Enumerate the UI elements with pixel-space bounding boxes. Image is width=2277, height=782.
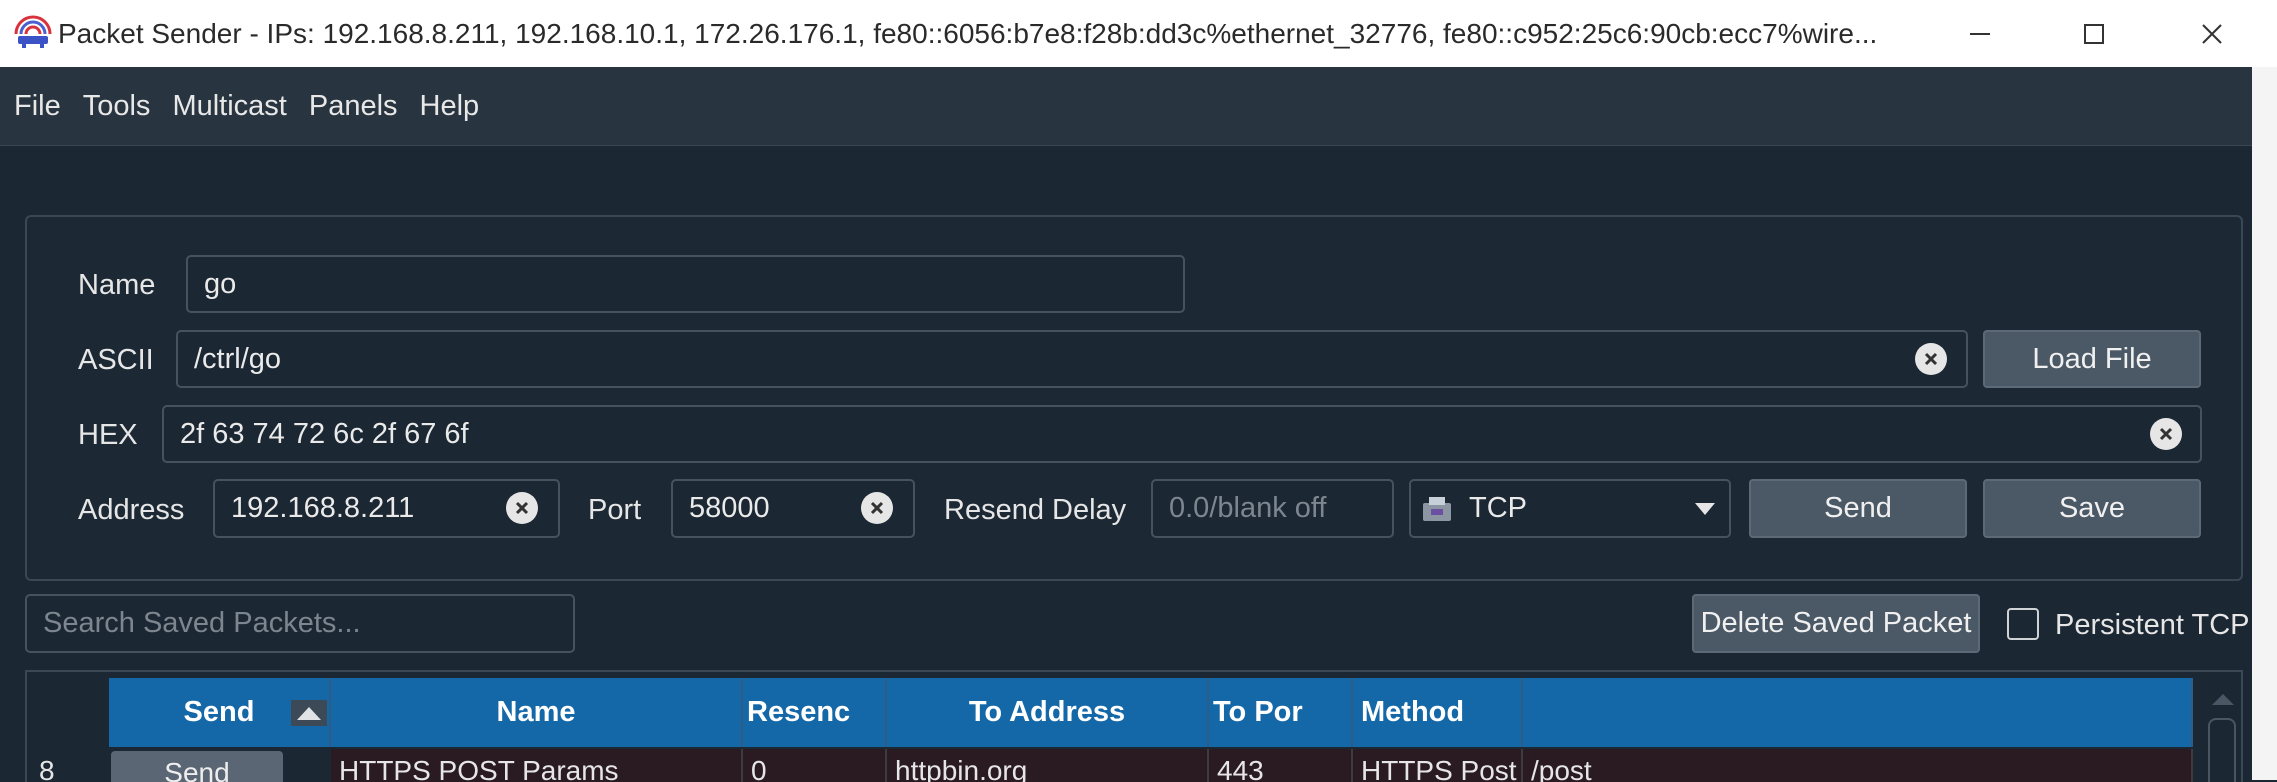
row-number: 8	[39, 755, 55, 782]
table-corner	[27, 678, 109, 747]
close-icon	[2202, 23, 2222, 44]
name-input[interactable]: go	[186, 255, 1185, 313]
clear-icon	[870, 501, 884, 515]
scroll-up-icon[interactable]	[2212, 694, 2234, 705]
packet-editor-panel: Name go ASCII /ctrl/go Load File HEX 2f …	[25, 215, 2243, 581]
clear-icon	[1924, 352, 1938, 366]
saved-packets-table: Send Name Resenc To Address To Por Metho…	[25, 670, 2243, 782]
title-bar: Packet Sender - IPs: 192.168.8.211, 192.…	[0, 0, 2277, 67]
window-edge	[2252, 67, 2277, 780]
save-button[interactable]: Save	[1983, 479, 2201, 538]
send-button[interactable]: Send	[1749, 479, 1967, 538]
ascii-input-value: /ctrl/go	[194, 342, 282, 375]
ascii-clear-button[interactable]	[1915, 343, 1947, 375]
hex-input-value: 2f 63 74 72 6c 2f 67 6f	[180, 417, 469, 450]
column-header-resend[interactable]: Resenc	[743, 678, 887, 747]
row-send-button[interactable]: Send	[111, 751, 283, 782]
cell-to-address[interactable]: httpbin.org	[887, 749, 1209, 782]
name-label: Name	[78, 269, 156, 301]
persistent-tcp-checkbox[interactable]	[2007, 608, 2039, 640]
address-input-value: 192.168.8.211	[231, 492, 415, 524]
address-label: Address	[78, 494, 185, 526]
minimize-icon	[1970, 32, 1990, 35]
load-file-button[interactable]: Load File	[1983, 330, 2201, 388]
menu-bar: File Tools Multicast Panels Help	[0, 67, 2252, 146]
menu-help[interactable]: Help	[409, 67, 491, 145]
chevron-down-icon	[1695, 503, 1715, 515]
table-scrollbar[interactable]	[2203, 672, 2241, 782]
cell-name[interactable]: HTTPS POST Params	[331, 749, 743, 782]
ascii-input[interactable]: /ctrl/go	[176, 330, 1968, 388]
column-header-to-address[interactable]: To Address	[887, 678, 1209, 747]
hex-clear-button[interactable]	[2150, 418, 2182, 450]
clear-icon	[515, 501, 529, 515]
minimize-button[interactable]	[1920, 0, 2040, 67]
protocol-select[interactable]: TCP	[1409, 479, 1731, 538]
window-title: Packet Sender - IPs: 192.168.8.211, 192.…	[58, 18, 1878, 49]
ascii-label: ASCII	[78, 344, 154, 376]
resend-delay-placeholder: 0.0/blank off	[1169, 492, 1327, 524]
persistent-tcp-label: Persistent TCP	[2055, 609, 2250, 641]
cell-extra[interactable]: /post	[1523, 749, 2193, 782]
row-send-label: Send	[164, 757, 230, 782]
hex-input[interactable]: 2f 63 74 72 6c 2f 67 6f	[162, 405, 2202, 463]
port-label: Port	[588, 494, 642, 526]
address-clear-button[interactable]	[506, 492, 538, 524]
search-placeholder: Search Saved Packets...	[43, 607, 361, 639]
column-header-extra[interactable]	[1523, 678, 2193, 747]
menu-panels[interactable]: Panels	[298, 67, 409, 145]
packet-sender-logo-icon	[14, 15, 52, 48]
menu-tools[interactable]: Tools	[72, 67, 162, 145]
menu-file[interactable]: File	[0, 67, 72, 145]
port-input-value: 58000	[689, 492, 770, 524]
column-header-send[interactable]: Send	[109, 678, 331, 747]
column-header-method[interactable]: Method	[1353, 678, 1523, 747]
sort-ascending-icon	[291, 700, 327, 726]
cell-resend[interactable]: 0	[743, 749, 887, 782]
name-input-value: go	[204, 267, 237, 300]
clear-icon	[2159, 427, 2173, 441]
column-header-send-label: Send	[183, 696, 255, 728]
cell-to-port[interactable]: 443	[1209, 749, 1353, 782]
column-header-name[interactable]: Name	[331, 678, 743, 747]
resend-delay-input[interactable]: 0.0/blank off	[1151, 479, 1394, 538]
search-saved-packets-input[interactable]: Search Saved Packets...	[25, 594, 575, 653]
protocol-value: TCP	[1469, 492, 1527, 524]
tcp-icon	[1423, 496, 1451, 521]
menu-multicast[interactable]: Multicast	[161, 67, 297, 145]
cell-method[interactable]: HTTPS Post	[1353, 749, 1523, 782]
port-clear-button[interactable]	[861, 492, 893, 524]
maximize-button[interactable]	[2034, 0, 2154, 67]
scrollbar-thumb[interactable]	[2208, 718, 2236, 782]
column-header-to-port[interactable]: To Por	[1209, 678, 1353, 747]
maximize-icon	[2084, 23, 2104, 44]
close-button[interactable]	[2152, 0, 2272, 67]
delete-saved-packet-button[interactable]: Delete Saved Packet	[1692, 594, 1980, 653]
resend-delay-label: Resend Delay	[944, 494, 1127, 526]
hex-label: HEX	[78, 419, 138, 451]
